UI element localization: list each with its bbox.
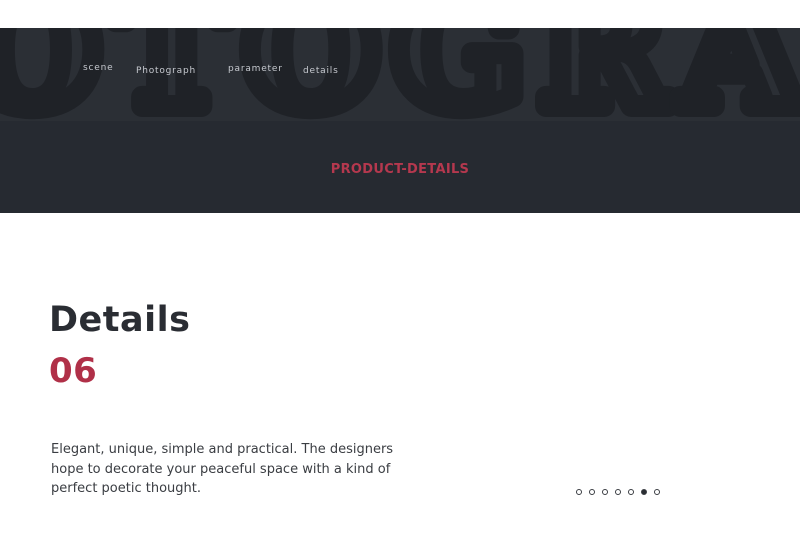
pager-dot[interactable] — [576, 489, 582, 495]
section-number: 06 — [49, 351, 98, 391]
nav-item-scene[interactable]: scene — [83, 63, 113, 73]
pager-dot[interactable] — [628, 489, 634, 495]
page: OTOGRA scene Photograph parameter detail… — [0, 0, 800, 542]
pager-dot[interactable] — [602, 489, 608, 495]
hero-top-band: OTOGRA scene Photograph parameter detail… — [0, 28, 800, 121]
pager-dot[interactable] — [589, 489, 595, 495]
pager-dot[interactable] — [654, 489, 660, 495]
section-heading: Details — [49, 300, 191, 340]
nav-item-photograph[interactable]: Photograph — [136, 66, 196, 76]
carousel-pager — [576, 489, 660, 496]
pager-dot[interactable] — [615, 489, 621, 495]
nav-item-parameter[interactable]: parameter — [228, 64, 283, 74]
hero-banner: OTOGRA scene Photograph parameter detail… — [0, 28, 800, 213]
pager-dot[interactable] — [641, 489, 647, 495]
hero-title: PRODUCT-DETAILS — [330, 162, 470, 177]
section-description: Elegant, unique, simple and practical. T… — [51, 442, 394, 496]
nav-item-details[interactable]: details — [303, 66, 339, 76]
top-nav: scene Photograph parameter details — [0, 28, 800, 121]
